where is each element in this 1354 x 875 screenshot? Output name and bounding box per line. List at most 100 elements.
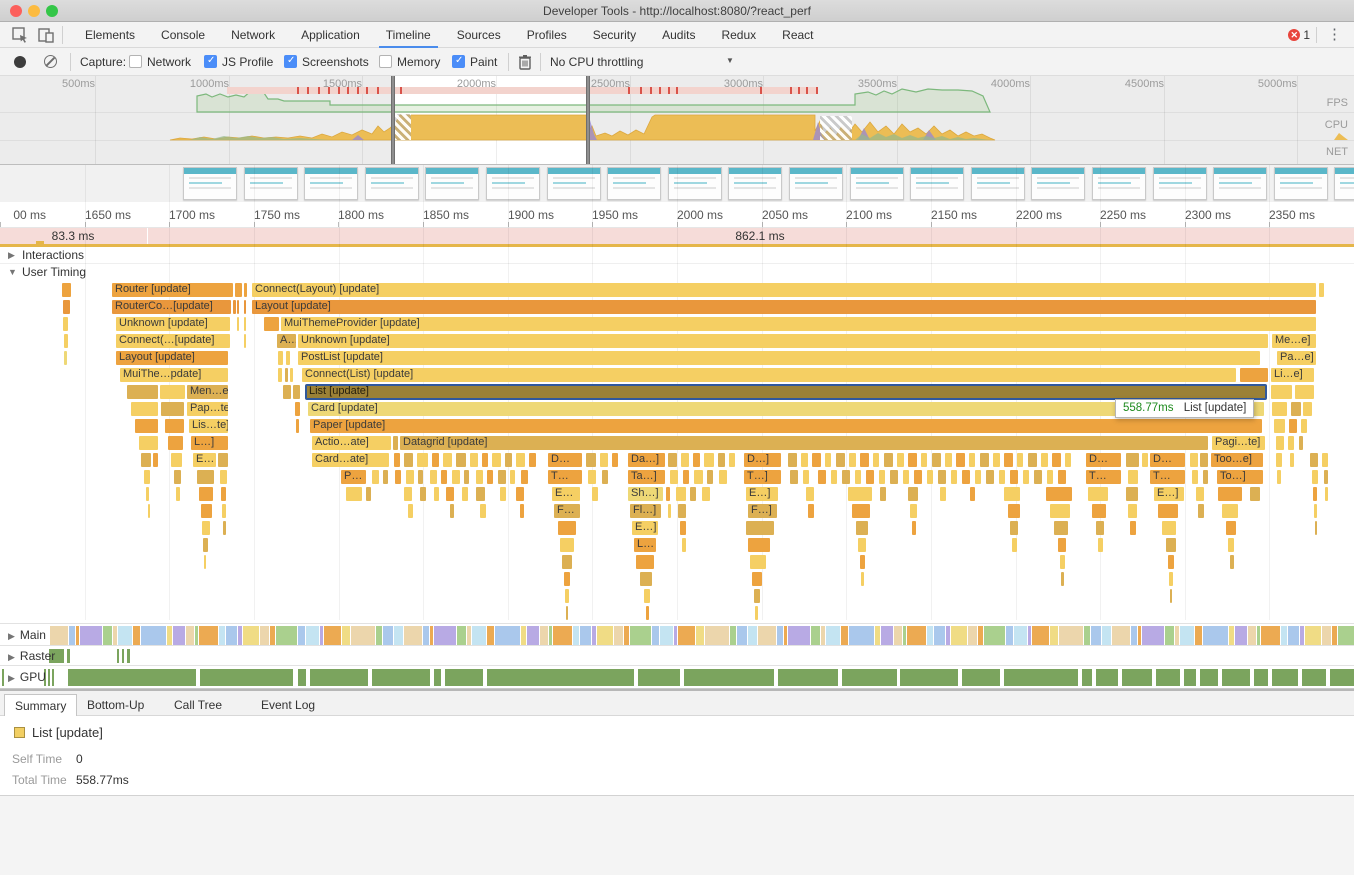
flame-bar[interactable] [903, 470, 909, 484]
flame-bar[interactable] [278, 351, 283, 365]
flame-bar[interactable] [452, 470, 460, 484]
bottom-tab-call-tree[interactable]: Call Tree [164, 694, 232, 716]
flame-bar[interactable] [1050, 504, 1070, 518]
tab-timeline[interactable]: Timeline [373, 22, 444, 48]
flame-bar[interactable] [404, 487, 412, 501]
flame-bar[interactable] [394, 453, 400, 467]
flame-bar[interactable] [296, 419, 299, 433]
flame-bar[interactable] [975, 470, 981, 484]
flame-bar-d[interactable]: D…] [744, 453, 781, 467]
flame-bar[interactable] [718, 453, 725, 467]
collapsed-arrow-icon[interactable]: ▶ [8, 250, 15, 261]
flame-bar-postlist-update[interactable]: PostList [update] [298, 351, 1260, 365]
flame-bar[interactable] [912, 521, 916, 535]
flame-bar-d[interactable]: D… [1086, 453, 1121, 467]
flame-bar[interactable] [1250, 487, 1260, 501]
flame-bar-t[interactable]: T… [1150, 470, 1185, 484]
flame-bar-paper-update[interactable]: Paper [update] [310, 419, 1262, 433]
screenshot-thumbnail[interactable] [244, 167, 298, 200]
flame-bar[interactable] [1271, 385, 1292, 399]
flame-bar[interactable] [676, 487, 686, 501]
flame-bar[interactable] [970, 487, 975, 501]
flame-bar[interactable] [1054, 521, 1068, 535]
flame-bar[interactable] [1046, 487, 1072, 501]
tab-network[interactable]: Network [218, 22, 288, 48]
flame-bar[interactable] [860, 555, 865, 569]
flame-bar[interactable] [516, 487, 524, 501]
flame-bar[interactable] [704, 453, 714, 467]
flame-bar[interactable] [646, 606, 649, 620]
flame-bar[interactable] [1126, 453, 1139, 467]
flame-bar[interactable] [476, 487, 485, 501]
flame-bar[interactable] [880, 487, 886, 501]
checkbox-label-js-profile[interactable]: JS Profile [222, 55, 273, 69]
flame-bar[interactable] [222, 504, 226, 518]
flame-bar[interactable] [914, 470, 922, 484]
flame-bar[interactable] [831, 470, 837, 484]
flame-bar[interactable] [1010, 521, 1018, 535]
screenshot-thumbnail[interactable] [1274, 167, 1328, 200]
screenshot-thumbnail[interactable] [304, 167, 358, 200]
flame-bar[interactable] [346, 487, 362, 501]
bottom-tab-summary[interactable]: Summary [4, 694, 77, 716]
flame-bar[interactable] [62, 283, 71, 297]
flame-bar[interactable] [1169, 572, 1173, 586]
flame-bar[interactable] [860, 453, 869, 467]
flame-bar[interactable] [1098, 538, 1103, 552]
flame-bar[interactable] [1130, 521, 1136, 535]
flame-bar[interactable] [146, 487, 149, 501]
flame-bar[interactable] [1230, 555, 1234, 569]
flame-bar[interactable] [290, 368, 293, 382]
checkbox-network[interactable] [129, 55, 142, 68]
flame-bar[interactable] [748, 538, 770, 552]
flame-bar[interactable] [962, 470, 970, 484]
flame-bar[interactable] [921, 453, 927, 467]
flame-bar[interactable] [161, 402, 184, 416]
flame-bar[interactable] [430, 470, 437, 484]
flame-bar[interactable] [1128, 504, 1137, 518]
chevron-down-icon[interactable]: ▼ [726, 56, 734, 65]
flame-bar[interactable] [1240, 368, 1268, 382]
selection-right-handle[interactable] [586, 76, 590, 165]
flame-bar[interactable] [520, 504, 524, 518]
flame-bar-t[interactable]: T… [548, 470, 582, 484]
flame-bar-e[interactable]: E… [552, 487, 580, 501]
flame-bar[interactable] [866, 470, 874, 484]
flame-bar-actio-ate[interactable]: Actio…ate] [312, 436, 391, 450]
flame-bar[interactable] [278, 368, 282, 382]
flame-bar[interactable] [1303, 402, 1312, 416]
flame-bar-d[interactable]: D… [548, 453, 582, 467]
flame-bar[interactable] [168, 436, 183, 450]
bottom-tab-event-log[interactable]: Event Log [251, 694, 325, 716]
flame-bar[interactable] [1315, 521, 1317, 535]
flame-bar[interactable] [500, 487, 506, 501]
flame-bar[interactable] [406, 470, 414, 484]
flame-bar[interactable] [244, 283, 247, 297]
flame-bar[interactable] [1312, 470, 1318, 484]
flame-bar[interactable] [693, 453, 700, 467]
flame-bar[interactable] [1319, 283, 1324, 297]
flame-bar[interactable] [1322, 453, 1328, 467]
flame-bar[interactable] [1325, 487, 1328, 501]
flame-bar[interactable] [858, 538, 866, 552]
flame-bar[interactable] [1008, 504, 1020, 518]
flame-bar[interactable] [199, 487, 213, 501]
collapsed-arrow-icon[interactable]: ▶ [8, 652, 15, 662]
flame-bar[interactable] [404, 453, 413, 467]
record-button[interactable] [14, 56, 26, 68]
screenshot-thumbnail[interactable] [728, 167, 782, 200]
flame-bar[interactable] [1274, 419, 1285, 433]
flame-bar[interactable] [1092, 504, 1106, 518]
checkbox-label-paint[interactable]: Paint [470, 55, 497, 69]
flame-bar[interactable] [1061, 572, 1064, 586]
flame-bar[interactable] [818, 470, 826, 484]
flame-bar-unknown-update[interactable]: Unknown [update] [298, 334, 1268, 348]
flame-bar[interactable] [434, 487, 439, 501]
flame-bar[interactable] [1170, 589, 1172, 603]
flame-bar[interactable] [395, 470, 401, 484]
flame-bar[interactable] [856, 521, 868, 535]
flame-bar[interactable] [432, 453, 439, 467]
flame-bar[interactable] [418, 470, 423, 484]
flame-bar-a[interactable]: A… [277, 334, 296, 348]
flame-bar-layout-update[interactable]: Layout [update] [252, 300, 1316, 314]
